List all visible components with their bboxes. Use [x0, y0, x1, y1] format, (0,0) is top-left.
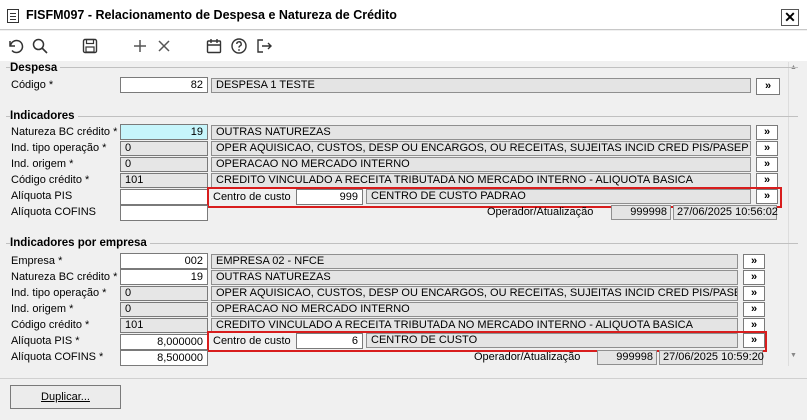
codigo-label: Código * — [11, 79, 54, 91]
emp-centro-custo-label: Centro de custo — [213, 335, 291, 347]
emp-natureza-input[interactable]: 19 — [120, 269, 208, 285]
emp-origem-lookup-button[interactable]: » — [743, 302, 765, 317]
close-button[interactable]: ✕ — [781, 9, 799, 26]
centro-custo-input[interactable]: 999 — [296, 189, 363, 205]
emp-origem-description: OPERACAO NO MERCADO INTERNO — [211, 302, 738, 317]
help-icon[interactable] — [230, 37, 248, 55]
document-icon — [7, 9, 19, 23]
emp-natureza-lookup-button[interactable]: » — [743, 270, 765, 285]
emp-aliquota-cofins-label: Alíquota COFINS * — [11, 351, 104, 363]
empresa-lookup-button[interactable]: » — [743, 254, 765, 269]
emp-aliquota-pis-input[interactable]: 8,000000 — [120, 334, 208, 350]
atualizacao-value: 27/06/2025 10:56:02 — [673, 205, 778, 220]
section-divider — [6, 67, 798, 68]
delete-icon[interactable] — [155, 37, 173, 55]
emp-centro-custo-input[interactable]: 6 — [296, 333, 363, 349]
emp-operador-value: 999998 — [597, 350, 657, 365]
natureza-description: OUTRAS NATUREZAS — [211, 125, 751, 140]
emp-operador-label: Operador/Atualização — [474, 351, 581, 363]
codigo-credito-label: Código crédito * — [11, 174, 90, 186]
emp-origem-input[interactable]: 0 — [120, 302, 208, 317]
footer-bar — [0, 378, 807, 420]
tipo-operacao-lookup-button[interactable]: » — [756, 141, 778, 156]
emp-natureza-label: Natureza BC crédito * — [11, 271, 118, 283]
origem-label: Ind. origem * — [11, 158, 74, 170]
save-icon[interactable] — [81, 37, 99, 55]
toolbar — [0, 31, 807, 61]
emp-tipo-operacao-input[interactable]: 0 — [120, 286, 208, 301]
codigo-credito-input[interactable]: 101 — [120, 173, 208, 188]
origem-lookup-button[interactable]: » — [756, 157, 778, 172]
emp-codigo-credito-input[interactable]: 101 — [120, 318, 208, 333]
emp-tipo-operacao-lookup-button[interactable]: » — [743, 286, 765, 301]
emp-centro-custo-description: CENTRO DE CUSTO — [366, 333, 738, 348]
emp-natureza-description: OUTRAS NATUREZAS — [211, 270, 738, 285]
empresa-label: Empresa * — [11, 255, 63, 267]
emp-atualizacao-value: 27/06/2025 10:59:20 — [659, 350, 764, 365]
tipo-operacao-input[interactable]: 0 — [120, 141, 208, 156]
duplicar-button[interactable]: Duplicar... — [10, 385, 121, 409]
centro-custo-lookup-button[interactable]: » — [756, 189, 778, 204]
codigo-credito-description: CREDITO VINCULADO A RECEITA TRIBUTADA NO… — [211, 173, 751, 188]
undo-icon[interactable] — [6, 37, 24, 55]
aliquota-cofins-label: Alíquota COFINS — [11, 206, 96, 218]
emp-aliquota-pis-label: Alíquota PIS * — [11, 335, 80, 347]
vertical-scrollbar[interactable] — [788, 62, 799, 366]
codigo-lookup-button[interactable]: » — [756, 78, 780, 95]
duplicar-button-label: Duplicar... — [41, 391, 90, 403]
operador-value: 999998 — [611, 205, 671, 220]
tipo-operacao-description: OPER AQUISICAO, CUSTOS, DESP OU ENCARGOS… — [211, 141, 751, 156]
exit-icon[interactable] — [255, 37, 273, 55]
scroll-down-arrow[interactable]: ▼ — [788, 352, 799, 359]
section-divider — [6, 116, 798, 117]
despesa-section-title: Despesa — [10, 62, 61, 74]
aliquota-pis-label: Alíquota PIS — [11, 190, 73, 202]
centro-custo-description: CENTRO DE CUSTO PADRAO — [366, 189, 751, 204]
codigo-credito-lookup-button[interactable]: » — [756, 173, 778, 188]
emp-tipo-operacao-description: OPER AQUISICAO, CUSTOS, DESP OU ENCARGOS… — [211, 286, 738, 301]
origem-description: OPERACAO NO MERCADO INTERNO — [211, 157, 751, 172]
calendar-icon[interactable] — [205, 37, 223, 55]
emp-codigo-credito-label: Código crédito * — [11, 319, 90, 331]
emp-centro-custo-lookup-button[interactable]: » — [743, 333, 765, 348]
emp-aliquota-cofins-input[interactable]: 8,500000 — [120, 350, 208, 366]
empresa-input[interactable]: 002 — [120, 253, 208, 269]
window-title: FISFM097 - Relacionamento de Despesa e N… — [26, 8, 397, 22]
aliquota-cofins-input[interactable] — [120, 205, 208, 221]
por-empresa-section-title: Indicadores por empresa — [10, 237, 150, 249]
emp-origem-label: Ind. origem * — [11, 303, 74, 315]
tipo-operacao-label: Ind. tipo operação * — [11, 142, 107, 154]
centro-custo-label: Centro de custo — [213, 191, 291, 203]
add-icon[interactable] — [131, 37, 149, 55]
empresa-description: EMPRESA 02 - NFCE — [211, 254, 738, 269]
codigo-input[interactable]: 82 — [120, 77, 208, 93]
emp-tipo-operacao-label: Ind. tipo operação * — [11, 287, 107, 299]
operador-label: Operador/Atualização — [487, 206, 594, 218]
aliquota-pis-input[interactable] — [120, 189, 208, 205]
codigo-description: DESPESA 1 TESTE — [211, 78, 751, 93]
natureza-input[interactable]: 19 — [120, 124, 208, 140]
indicadores-section-title: Indicadores — [10, 110, 78, 122]
natureza-lookup-button[interactable]: » — [756, 125, 778, 140]
origem-input[interactable]: 0 — [120, 157, 208, 172]
search-icon[interactable] — [31, 37, 49, 55]
natureza-label: Natureza BC crédito * — [11, 126, 118, 138]
